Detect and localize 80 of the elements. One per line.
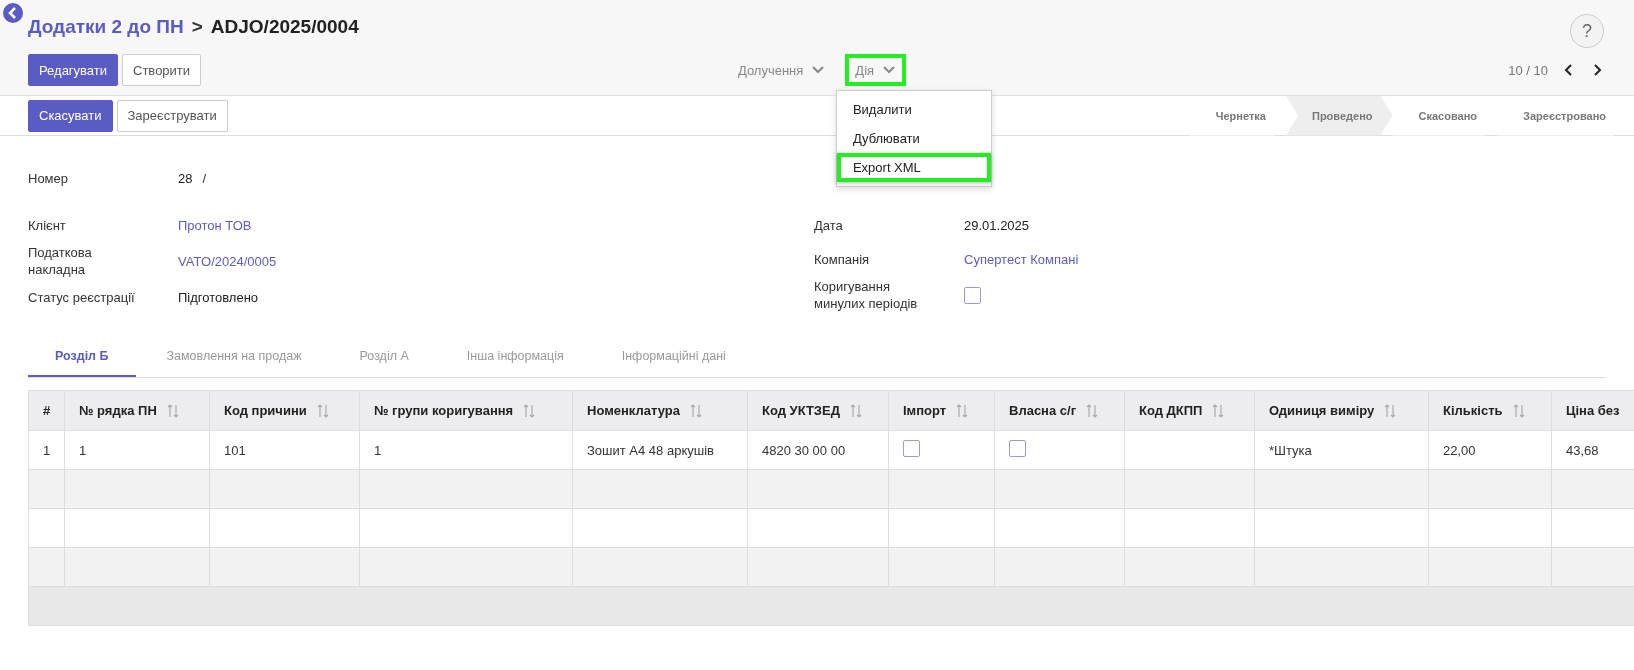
column-title: № групи коригування <box>374 403 514 418</box>
dropdown-menu-button[interactable]: Долучення <box>727 54 836 86</box>
column-title: # <box>43 403 51 418</box>
field-label: Компанія <box>814 250 871 268</box>
record-title: ADJO/2025/0004 <box>210 16 359 38</box>
column-header[interactable]: Одиниця виміру <box>1254 390 1429 431</box>
field-label: Клієнт <box>28 216 67 234</box>
field-label: Дата <box>814 216 844 234</box>
help-button[interactable]: ? <box>1570 14 1604 48</box>
column-title: Код ДКПП <box>1139 403 1203 418</box>
field-label: Податкова накладна <box>28 244 93 278</box>
column-title: Імпорт <box>903 403 947 418</box>
dropdown-menu-button[interactable]: Дія <box>845 54 907 86</box>
field-label: Статус реєстрації <box>28 288 136 306</box>
menu-item[interactable]: Видалити <box>836 95 991 124</box>
table-cell: Зошит А4 48 аркушів <box>572 430 748 470</box>
table-cell: 101 <box>209 430 360 470</box>
tab[interactable]: Інша інформація <box>439 336 591 377</box>
checkbox[interactable] <box>903 440 920 457</box>
sort-icon[interactable] <box>956 402 969 419</box>
field-link[interactable]: Супертест Компані <box>964 251 1079 267</box>
table-cell: 1 <box>359 430 573 470</box>
tab[interactable]: Розділ А <box>332 336 436 377</box>
field-link[interactable]: Протон ТОВ <box>178 217 252 233</box>
secondary-button[interactable]: Зареєструвати <box>116 99 228 132</box>
table-cell: 1 <box>28 430 65 470</box>
column-title: Код причини <box>224 403 307 418</box>
field-value: Підготовлено <box>178 289 259 305</box>
column-header[interactable]: Номенклатура <box>572 390 748 431</box>
sort-icon[interactable] <box>316 402 329 419</box>
tab[interactable]: Розділ Б <box>28 336 136 377</box>
column-header[interactable]: Код причини <box>209 390 360 431</box>
column-header[interactable]: № рядка ПН <box>64 390 210 431</box>
column-header[interactable]: # <box>28 390 65 431</box>
column-header[interactable]: Код УКТЗЕД <box>747 390 889 431</box>
column-title: Код УКТЗЕД <box>762 403 840 418</box>
column-header[interactable]: Власна с/г <box>994 390 1125 431</box>
column-header[interactable]: Імпорт <box>888 390 995 431</box>
breadcrumb-link[interactable]: Додатки 2 до ПН <box>28 16 184 38</box>
sort-icon[interactable] <box>166 402 179 419</box>
table-cell: 4820 30 00 00 <box>747 430 889 470</box>
field-link[interactable]: VATO/2024/0005 <box>178 253 277 269</box>
column-header[interactable]: Кількість <box>1428 390 1552 431</box>
sort-icon[interactable] <box>1086 402 1099 419</box>
status-stage[interactable]: Проведено <box>1285 95 1393 136</box>
sort-icon[interactable] <box>523 402 536 419</box>
column-title: Номенклатура <box>587 403 680 418</box>
menu-item[interactable]: Export XML <box>836 153 991 182</box>
sort-icon[interactable] <box>1384 402 1397 419</box>
sort-icon[interactable] <box>1512 402 1525 419</box>
sort-icon[interactable] <box>1212 402 1225 419</box>
column-title: Власна с/г <box>1009 403 1077 418</box>
field-label: Коригування минулих періодів <box>814 278 919 312</box>
pager-counter: 10 / 10 <box>1508 62 1548 78</box>
column-title: Одиниця виміру <box>1269 403 1375 418</box>
table-cell: *Штука <box>1254 430 1429 470</box>
checkbox[interactable] <box>1009 440 1026 457</box>
column-title: Кількість <box>1443 403 1503 418</box>
checkbox[interactable] <box>964 286 981 304</box>
primary-button[interactable]: Редагувати <box>28 54 119 86</box>
tab[interactable]: Інформаційні дані <box>594 336 753 377</box>
field-value: 28 <box>178 170 193 186</box>
table-cell: 1 <box>64 430 210 470</box>
back-icon[interactable] <box>2 2 24 24</box>
menu-item[interactable]: Дублювати <box>836 124 991 153</box>
column-header[interactable]: Код ДКПП <box>1124 390 1255 431</box>
column-title: Ціна без <box>1566 403 1620 418</box>
table-cell: 22,00 <box>1428 430 1552 470</box>
breadcrumb-separator: > <box>191 16 203 38</box>
tab[interactable]: Замовлення на продаж <box>139 336 329 377</box>
field-value: / <box>202 170 207 186</box>
field-label: Номер <box>28 169 69 187</box>
sort-icon[interactable] <box>849 402 862 419</box>
primary-button[interactable]: Скасувати <box>28 99 113 132</box>
column-header[interactable]: № групи коригування <box>359 390 573 431</box>
secondary-button[interactable]: Створити <box>122 54 202 86</box>
sort-icon[interactable] <box>689 402 702 419</box>
field-value: 29.01.2025 <box>964 217 1030 233</box>
column-header[interactable]: Ціна без <box>1551 390 1634 431</box>
column-title: № рядка ПН <box>79 403 157 418</box>
